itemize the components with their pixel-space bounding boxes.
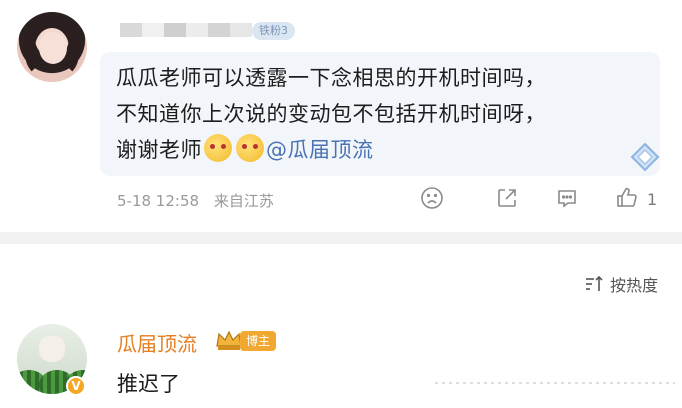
- fan-level-badge: 铁粉3: [252, 22, 295, 40]
- host-badge: 博主: [240, 331, 277, 351]
- timestamp: 5-18 12:58: [117, 192, 200, 210]
- comment-line-1: 瓜瓜老师可以透露一下念相思的开机时间吗，: [116, 66, 546, 90]
- replier-name[interactable]: 瓜届顶流: [117, 328, 197, 357]
- comment-meta: 5-18 12:58 来自江苏: [117, 190, 284, 211]
- commenter-avatar[interactable]: [17, 12, 87, 82]
- reply-item: V 瓜届顶流 博主 推迟了: [0, 300, 682, 408]
- reply-content: 推迟了: [117, 372, 180, 396]
- thumbs-up-icon: [617, 187, 637, 207]
- watermark-dashes: [435, 382, 675, 384]
- location: 来自江苏: [213, 192, 274, 210]
- dislike-button[interactable]: [419, 185, 445, 211]
- share-button[interactable]: [494, 185, 520, 211]
- comment-icon: [558, 190, 576, 208]
- like-button[interactable]: [614, 185, 640, 211]
- sort-icon: [585, 275, 603, 291]
- sort-label: 按热度: [609, 276, 658, 295]
- emoji-icon: [236, 134, 264, 162]
- sort-toggle[interactable]: 按热度: [584, 272, 658, 296]
- diamond-decoration-icon: [630, 142, 660, 172]
- sad-face-icon: [421, 187, 443, 209]
- comment-button[interactable]: [554, 185, 580, 211]
- emoji-icon: [204, 134, 232, 162]
- comment-line-3-text: 谢谢老师: [116, 138, 202, 162]
- like-count: 1: [647, 190, 658, 209]
- comment-content: 瓜瓜老师可以透露一下念相思的开机时间吗， 不知道你上次说的变动包不包括开机时间呀…: [116, 60, 656, 168]
- mention-link[interactable]: @瓜届顶流: [266, 138, 374, 162]
- share-icon: [498, 189, 516, 207]
- commenter-username-redacted[interactable]: [120, 20, 252, 40]
- comment-line-3: 谢谢老师 @瓜届顶流: [116, 132, 656, 168]
- verified-badge-icon: V: [66, 376, 86, 396]
- comment-post: 铁粉3 瓜瓜老师可以透露一下念相思的开机时间吗， 不知道你上次说的变动包不包括开…: [0, 0, 682, 232]
- comment-line-2: 不知道你上次说的变动包不包括开机时间呀，: [116, 102, 546, 126]
- section-divider: [0, 232, 682, 244]
